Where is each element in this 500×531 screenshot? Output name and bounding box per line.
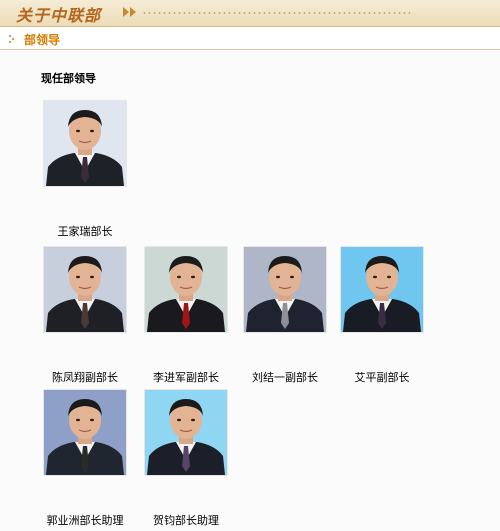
leader-photo[interactable] [243,246,327,333]
leader-photo[interactable] [340,246,424,333]
page-heading: 现任部领导 [41,72,96,85]
leader-caption[interactable]: 艾平副部长 [332,369,432,385]
leader-photo[interactable] [144,389,228,476]
banner-title: 关于中联部 [16,6,102,25]
double-arrow-icon [123,7,136,17]
leader-photo[interactable] [43,246,127,333]
leader-caption[interactable]: 贺钧部长助理 [136,512,236,528]
leader-caption[interactable]: 王家瑞部长 [35,223,135,239]
leader-caption[interactable]: 陈凤翔副部长 [35,369,135,385]
leader-photo[interactable] [43,100,127,187]
leader-photo[interactable] [144,246,228,333]
dotted-divider [142,12,410,14]
leader-caption[interactable]: 李进军副部长 [136,369,236,385]
bullet-icon [9,35,14,43]
leader-caption[interactable]: 郭业洲部长助理 [35,512,135,528]
section-title: 部领导 [24,33,61,47]
leader-photo[interactable] [43,389,127,476]
leader-caption[interactable]: 刘结一副部长 [235,369,335,385]
top-banner: 关于中联部 [0,0,500,27]
section-bar: 部领导 [0,30,500,50]
